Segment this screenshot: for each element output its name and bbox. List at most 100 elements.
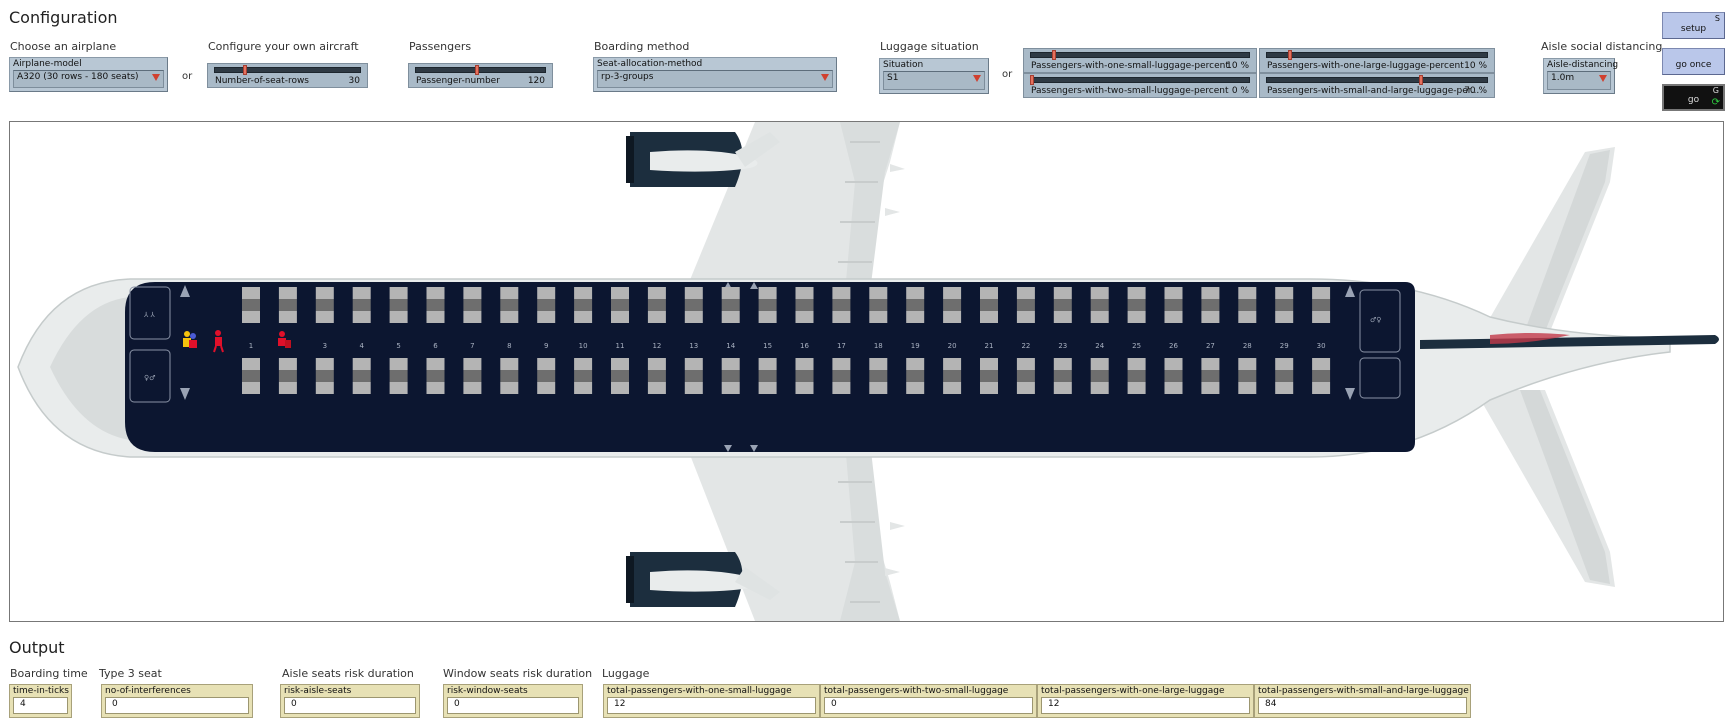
seat xyxy=(1053,299,1072,311)
seat xyxy=(1016,311,1035,323)
seat xyxy=(943,382,962,394)
seat xyxy=(389,382,408,394)
seat-allocation-value: rp-3-groups xyxy=(601,72,654,82)
interferences-monitor: no-of-interferences 0 xyxy=(101,684,253,718)
seat xyxy=(315,382,334,394)
aisle-distancing-box[interactable]: 1.0m xyxy=(1547,71,1611,90)
configuration-title: Configuration xyxy=(9,8,118,27)
slider-knob[interactable] xyxy=(1418,75,1423,85)
seat xyxy=(1312,287,1331,299)
seat xyxy=(647,382,666,394)
luggage-situation-label: Luggage situation xyxy=(880,40,979,53)
seat xyxy=(242,370,260,382)
seat xyxy=(1201,287,1220,299)
seat xyxy=(832,370,851,382)
seat xyxy=(1016,382,1035,394)
situation-box[interactable]: S1 xyxy=(883,71,985,90)
seat xyxy=(795,287,814,299)
seat xyxy=(1275,287,1294,299)
seat xyxy=(1238,382,1257,394)
one-large-luggage-slider[interactable]: Passengers-with-one-large-luggage-percen… xyxy=(1259,48,1495,73)
seat xyxy=(611,370,629,382)
seat xyxy=(537,358,556,370)
small-and-large-luggage-value: 70 % xyxy=(1464,86,1487,96)
seat xyxy=(1016,287,1035,299)
luggage-output-label: Luggage xyxy=(602,667,650,680)
row-number: 30 xyxy=(1317,342,1326,350)
small-and-large-luggage-slider[interactable]: Passengers-with-small-and-large-luggage-… xyxy=(1259,73,1495,98)
one-small-luggage-slider[interactable]: Passengers-with-one-small-luggage-percen… xyxy=(1023,48,1257,73)
seat xyxy=(869,370,888,382)
seat xyxy=(389,370,408,382)
seat xyxy=(684,370,703,382)
seat xyxy=(500,358,519,370)
window-risk-label: Window seats risk duration xyxy=(443,667,593,680)
situation-chooser[interactable]: Situation S1 xyxy=(879,58,989,94)
seat xyxy=(1312,358,1331,370)
seat xyxy=(315,370,334,382)
seat xyxy=(463,311,482,323)
seat xyxy=(1238,311,1257,323)
seat xyxy=(242,311,260,323)
go-once-button[interactable]: go once xyxy=(1662,48,1725,75)
slider-knob[interactable] xyxy=(242,65,247,75)
seat-allocation-name: Seat-allocation-method xyxy=(597,59,703,69)
slider-track[interactable] xyxy=(1266,52,1488,58)
airplane-model-box[interactable]: A320 (30 rows - 180 seats) xyxy=(13,70,164,88)
seat xyxy=(647,311,666,323)
aisle-distancing-name: Aisle-distancing xyxy=(1547,60,1619,70)
seat xyxy=(1127,311,1146,323)
slider-track[interactable] xyxy=(214,67,361,73)
seat xyxy=(1016,299,1035,311)
row-number: 22 xyxy=(1021,342,1030,350)
one-small-luggage-name: Passengers-with-one-small-luggage-percen… xyxy=(1031,61,1229,71)
aisle-distancing-chooser[interactable]: Aisle-distancing 1.0m xyxy=(1543,58,1619,94)
passenger-number-slider[interactable]: Passenger-number 120 xyxy=(408,63,553,88)
slider-knob[interactable] xyxy=(1051,50,1056,60)
row-number: 15 xyxy=(763,342,772,350)
row-number: 5 xyxy=(396,342,400,350)
slider-track[interactable] xyxy=(1266,77,1488,83)
seat xyxy=(943,299,962,311)
row-number: 18 xyxy=(874,342,883,350)
output-title: Output xyxy=(9,638,65,657)
seat xyxy=(242,299,260,311)
two-small-luggage-name: Passengers-with-two-small-luggage-percen… xyxy=(1031,86,1229,96)
go-button[interactable]: go G ⟳ xyxy=(1662,84,1725,111)
seat xyxy=(832,358,851,370)
airplane-diagram: ⅄ ⅄ ♀♂ ♂♀ 123456789101112131415161718192… xyxy=(17,122,1719,621)
seat xyxy=(426,299,445,311)
aisle-social-distancing-label: Aisle social distancing xyxy=(1541,40,1663,53)
setup-label: setup xyxy=(1680,24,1707,34)
seat xyxy=(1164,370,1183,382)
slider-track[interactable] xyxy=(1030,77,1250,83)
monitor-name: total-passengers-with-two-small-luggage xyxy=(824,686,1009,696)
slider-knob[interactable] xyxy=(1030,75,1034,85)
seat xyxy=(1053,370,1072,382)
one-large-luggage-name: Passengers-with-one-large-luggage-percen… xyxy=(1267,61,1464,71)
two-small-luggage-slider[interactable]: Passengers-with-two-small-luggage-percen… xyxy=(1023,73,1257,98)
svg-text:♀♂: ♀♂ xyxy=(144,374,155,382)
seat-allocation-box[interactable]: rp-3-groups xyxy=(597,70,833,88)
seat xyxy=(537,311,556,323)
seat xyxy=(1275,382,1294,394)
seat-rows-slider[interactable]: Number-of-seat-rows 30 xyxy=(207,63,368,88)
slider-knob[interactable] xyxy=(1287,50,1292,60)
seat xyxy=(537,370,556,382)
seat xyxy=(537,287,556,299)
world-view[interactable]: ⅄ ⅄ ♀♂ ♂♀ 123456789101112131415161718192… xyxy=(9,121,1724,622)
seat xyxy=(869,311,888,323)
airplane-model-name: Airplane-model xyxy=(13,59,82,69)
seat xyxy=(278,358,297,370)
seat xyxy=(758,287,777,299)
seat xyxy=(684,311,703,323)
go-once-label: go once xyxy=(1675,60,1712,70)
setup-button[interactable]: S setup xyxy=(1662,12,1725,39)
slider-track[interactable] xyxy=(415,67,546,73)
seat-allocation-chooser[interactable]: Seat-allocation-method rp-3-groups xyxy=(593,57,837,92)
airplane-model-chooser[interactable]: Airplane-model A320 (30 rows - 180 seats… xyxy=(9,57,168,92)
slider-knob[interactable] xyxy=(474,65,479,75)
slider-track[interactable] xyxy=(1030,52,1250,58)
seat xyxy=(1238,370,1257,382)
monitor-name: total-passengers-with-one-large-luggage xyxy=(1041,686,1225,696)
